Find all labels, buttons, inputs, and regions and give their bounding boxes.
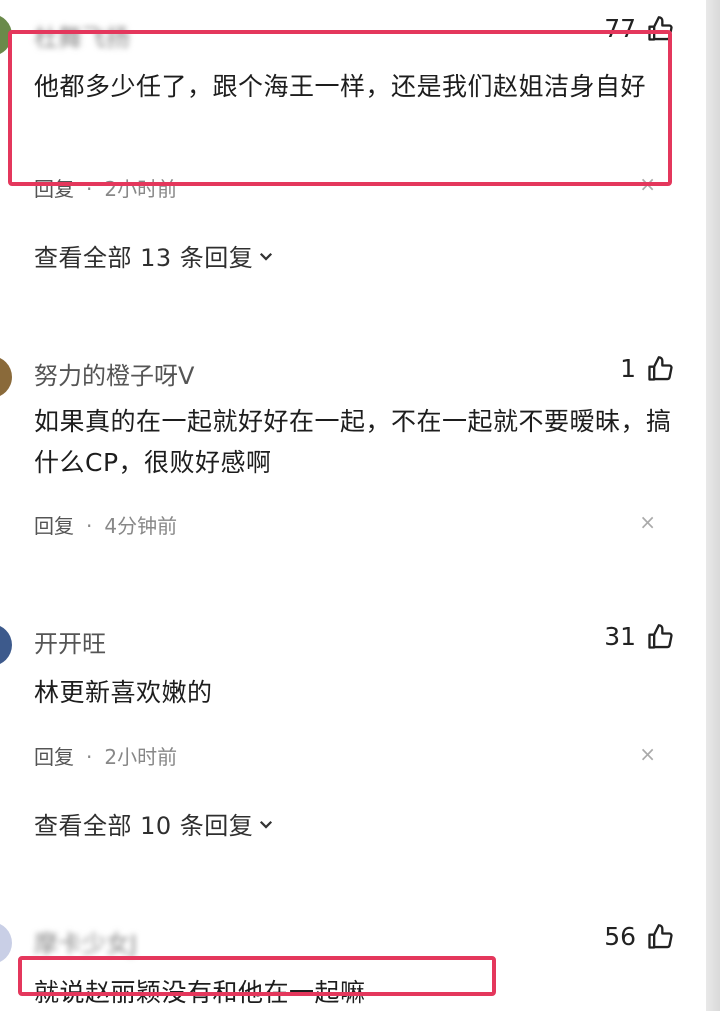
view-all-replies-link[interactable]: 查看全部 13 条回复 <box>34 238 275 273</box>
meta-separator: · <box>86 514 93 538</box>
meta-separator: · <box>86 745 93 769</box>
highlight-frame <box>8 30 672 186</box>
comment-item: 开开旺 31 林更新喜欢嫩的 回复 · 2小时前 × 查看全部 10 条回复 <box>0 610 706 860</box>
comment-username[interactable]: 开开旺 <box>34 624 106 659</box>
view-all-replies-link[interactable]: 查看全部 10 条回复 <box>34 806 275 841</box>
comment-item: 努力的橙子呀V 1 如果真的在一起就好好在一起，不在一起就不要暧昧，搞什么CP，… <box>0 340 706 570</box>
comment-username[interactable]: 努力的橙子呀V <box>34 356 194 391</box>
avatar[interactable] <box>0 922 12 964</box>
comment-meta: 回复 · 4分钟前 <box>34 510 177 539</box>
scrollbar[interactable] <box>706 0 720 1011</box>
reply-button[interactable]: 回复 <box>34 514 74 538</box>
avatar[interactable] <box>0 624 12 666</box>
comment-text: 如果真的在一起就好好在一起，不在一起就不要暧昧，搞什么CP，很败好感啊 <box>34 407 672 477</box>
thumbs-up-icon <box>648 623 673 649</box>
thumbs-up-icon <box>648 923 673 949</box>
comment-username[interactable]: 摩卡少女J <box>34 924 137 959</box>
comment-time: 4分钟前 <box>104 514 178 538</box>
comment-feed: 杜舞飞扬 77 他都多少任了，跟个海王一样，还是我们赵姐洁身自好 回复 · 2小时前… <box>0 0 720 1011</box>
chevron-down-icon <box>260 820 273 829</box>
avatar[interactable] <box>0 356 12 398</box>
comment-time: 2小时前 <box>104 745 178 769</box>
like-count: 1 <box>620 354 636 383</box>
highlight-frame <box>18 956 496 996</box>
like-button[interactable]: 56 <box>604 922 674 951</box>
like-button[interactable]: 31 <box>604 622 674 651</box>
close-icon[interactable]: × <box>639 510 656 534</box>
comment-meta: 回复 · 2小时前 <box>34 741 177 770</box>
reply-button[interactable]: 回复 <box>34 745 74 769</box>
like-count: 56 <box>604 922 636 951</box>
chevron-down-icon <box>260 252 273 261</box>
comment-text: 林更新喜欢嫩的 <box>34 678 213 707</box>
like-button[interactable]: 1 <box>620 354 674 383</box>
thumbs-up-icon <box>648 355 673 381</box>
close-icon[interactable]: × <box>639 742 656 766</box>
like-count: 31 <box>604 622 636 651</box>
